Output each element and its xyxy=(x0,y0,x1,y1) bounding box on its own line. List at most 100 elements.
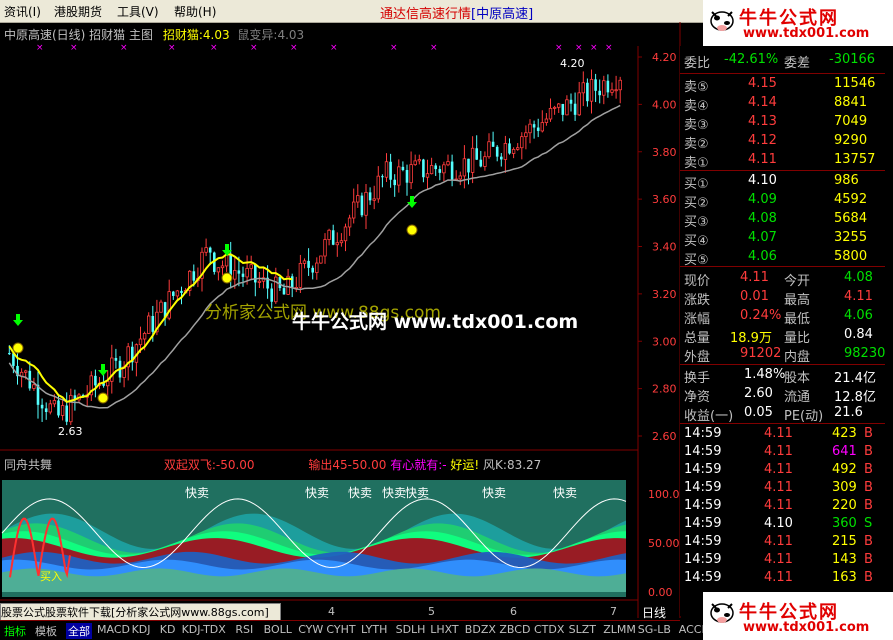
order-level-label: 卖⑤ xyxy=(684,80,709,95)
separator xyxy=(680,423,885,424)
tick-time: 14:59 xyxy=(684,552,722,567)
stat-label: 净资 xyxy=(684,390,711,405)
order-price: 4.13 xyxy=(748,114,777,129)
separator xyxy=(680,266,885,267)
subchart-axis: 100.0 50.00 0.00 xyxy=(648,488,680,599)
tab-sg-lb[interactable]: SG-LB xyxy=(638,623,671,636)
sell-signal-label: 快卖 xyxy=(382,486,406,500)
buy-order-row[interactable]: 买④ 4.07 3255 xyxy=(684,230,874,249)
order-level-label: 卖① xyxy=(684,156,709,171)
order-price: 4.15 xyxy=(748,76,777,91)
candle-body xyxy=(434,165,437,170)
buy-order-row[interactable]: 买① 4.10 986 xyxy=(684,173,874,192)
order-level-label: 卖③ xyxy=(684,118,709,133)
candle-body xyxy=(360,195,364,216)
candle-body xyxy=(270,288,273,302)
tab-boll[interactable]: BOLL xyxy=(264,623,292,636)
candle-body xyxy=(376,175,380,200)
candle-body xyxy=(586,82,589,102)
tab-kdj-tdx[interactable]: KDJ-TDX xyxy=(182,623,226,636)
indicator-tabs: 指标 模板 全部 MACD KDJ KD KDJ-TDX RSI BOLL CYW CYHT LYTH… xyxy=(0,620,731,640)
candle-body xyxy=(594,79,597,91)
order-volume: 986 xyxy=(834,173,859,188)
candle-body xyxy=(503,143,508,160)
signal-marker-icon: × xyxy=(575,43,583,53)
tick-price: 4.11 xyxy=(764,498,793,513)
watermark-tdx001: 牛牛公式网 www.tdx001.com xyxy=(292,310,578,333)
sell-order-row[interactable]: 卖① 4.11 13757 xyxy=(684,152,875,171)
subchart-value-1: 双起双飞:-50.00 xyxy=(163,458,255,472)
stat-value: 4.11 xyxy=(740,270,769,285)
signal-marker-icon: × xyxy=(70,43,78,53)
price-tick-label: 3.00 xyxy=(652,335,677,348)
sell-order-row[interactable]: 卖② 4.12 9290 xyxy=(684,133,874,152)
tab-ctdx[interactable]: CTDX xyxy=(534,623,564,636)
candle-body xyxy=(60,405,65,416)
tick-time: 14:59 xyxy=(684,534,722,549)
candle-body xyxy=(610,89,614,93)
tick-price: 4.10 xyxy=(764,516,793,531)
candle-body xyxy=(278,277,282,289)
candle-body xyxy=(581,82,585,94)
stat-value: 4.06 xyxy=(844,308,873,323)
signal-marker-icon: × xyxy=(555,43,563,53)
period-selector[interactable]: 日线 xyxy=(642,604,666,621)
sell-order-row[interactable]: 卖④ 4.14 8841 xyxy=(684,95,874,114)
stat-row: 总量 18.9万 量比 0.84 xyxy=(684,327,874,346)
sell-order-row[interactable]: 卖③ 4.13 7049 xyxy=(684,114,874,133)
tab-cyw[interactable]: CYW xyxy=(298,623,323,636)
tab-lyth[interactable]: LYTH xyxy=(361,623,387,636)
tab-全部[interactable]: 全部 xyxy=(66,623,92,639)
buy-order-row[interactable]: 买③ 4.08 5684 xyxy=(684,211,874,230)
signal-marker-icon: × xyxy=(210,43,218,53)
order-price: 4.08 xyxy=(748,211,777,226)
candle-body xyxy=(245,268,249,278)
tick-volume: 143 xyxy=(832,552,857,567)
tab-slzt[interactable]: SLZT xyxy=(569,623,596,636)
tick-time: 14:59 xyxy=(684,570,722,585)
candle-body xyxy=(282,288,286,295)
price-tick-label: 3.60 xyxy=(652,193,677,206)
tab-zlmm[interactable]: ZLMM xyxy=(603,623,636,636)
tab-sdlh[interactable]: SDLH xyxy=(396,623,426,636)
tab-macd[interactable]: MACD xyxy=(97,623,130,636)
tab-bdzx[interactable]: BDZX xyxy=(465,623,496,636)
tab-zbcd[interactable]: ZBCD xyxy=(499,623,530,636)
bid-ratio-label: 委比 xyxy=(684,56,711,71)
order-volume: 4592 xyxy=(834,192,868,207)
stat-label: 股本 xyxy=(784,371,811,386)
candle-body xyxy=(516,147,520,150)
tab-模板[interactable]: 模板 xyxy=(35,623,57,639)
tab-rsi[interactable]: RSI xyxy=(235,623,253,636)
subchart-header: 同舟共舞 双起双飞:-50.00 输出45-50.00 有心就有:- 好运! 风… xyxy=(4,456,541,473)
stat-value: 21.4亿 xyxy=(834,371,876,386)
logo-bottom: 牛牛公式网 www.tdx001.com xyxy=(703,592,893,640)
candle-body xyxy=(606,80,610,93)
candle-body xyxy=(470,147,475,173)
tab-kdj[interactable]: KDJ xyxy=(132,623,151,636)
tab-cyht[interactable]: CYHT xyxy=(326,623,355,636)
stat-value: 2.60 xyxy=(744,386,773,401)
fundamental-row: 收益(一) 0.05 PE(动) 21.6 xyxy=(684,405,874,424)
tick-side: B xyxy=(864,552,873,567)
status-banner[interactable]: 股票公式股票软件下载[分析家公式网www.88gs.com] xyxy=(0,603,281,621)
candle-body xyxy=(319,255,323,264)
tab-lhxt[interactable]: LHXT xyxy=(430,623,458,636)
tab-指标[interactable]: 指标 xyxy=(4,623,26,639)
candle-body xyxy=(302,260,307,264)
candle-body xyxy=(192,271,196,281)
tick-price: 4.11 xyxy=(764,462,793,477)
subchart-value-4: 好运! xyxy=(450,458,480,472)
buy-order-row[interactable]: 买② 4.09 4592 xyxy=(684,192,874,211)
stat-row: 涨幅 0.24% 最低 4.06 xyxy=(684,308,874,327)
candle-body xyxy=(40,404,44,409)
tab-kd[interactable]: KD xyxy=(160,623,176,636)
candle-body xyxy=(614,89,618,92)
subchart-value-2: 输出45-50.00 xyxy=(308,458,387,472)
candle-body xyxy=(172,291,175,296)
candle-body xyxy=(561,103,565,115)
sell-order-row[interactable]: 卖⑤ 4.15 11546 xyxy=(684,76,875,95)
tick-price: 4.11 xyxy=(764,534,793,549)
candle-body xyxy=(327,229,331,240)
order-volume: 5800 xyxy=(834,249,868,264)
